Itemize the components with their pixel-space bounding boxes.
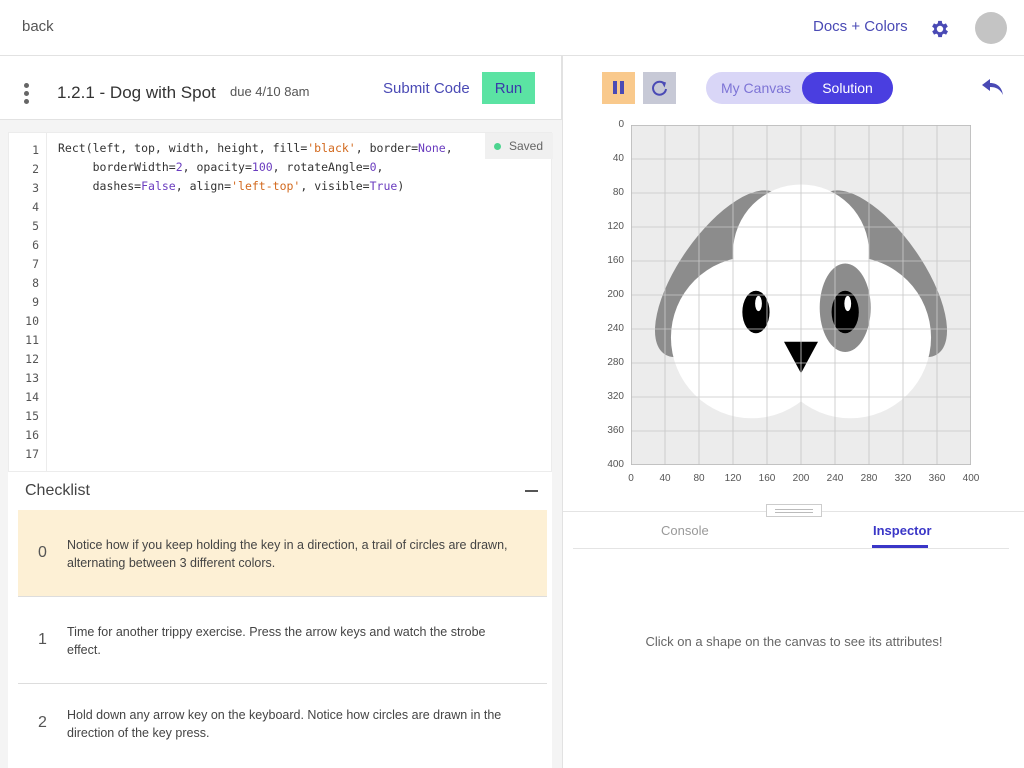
line-number: 11 [25,333,39,347]
x-tick-label: 160 [758,473,776,484]
due-date: due 4/10 8am [230,84,310,99]
line-number: 17 [25,447,39,461]
code-line[interactable]: borderWidth=2, opacity=100, rotateAngle=… [58,160,384,174]
back-link[interactable]: back [22,18,54,35]
left-panel: 1.2.1 - Dog with Spot due 4/10 8am Submi… [0,56,562,768]
x-tick-label: 400 [962,473,980,484]
checklist-item-text: Time for another trippy exercise. Press … [67,625,486,657]
x-tick-label: 200 [792,473,810,484]
y-tick-label: 360 [607,425,624,436]
inspector-message: Click on a shape on the canvas to see it… [645,634,943,649]
checklist-item-number: 1 [38,631,47,648]
checklist-item-number: 0 [38,544,47,561]
line-number: 12 [25,352,39,366]
canvas-toggle: My Canvas Solution [706,72,893,104]
x-tick-label: 40 [659,473,671,484]
y-tick-label: 40 [612,153,624,164]
y-tick-label: 160 [607,255,624,266]
checklist-item-text: Hold down any arrow key on the keyboard.… [67,708,502,740]
avatar[interactable] [975,12,1007,44]
saved-indicator: Saved [485,133,553,159]
right-panel: My Canvas Solution 0 40 80 120 160 200 2… [562,56,1024,768]
tab-console[interactable]: Console [661,523,709,538]
canvas-drawing[interactable] [631,125,971,465]
resize-handle[interactable] [766,504,822,517]
checklist-item-text: Notice how if you keep holding the key i… [67,538,508,570]
checklist-title: Checklist [25,482,90,499]
checklist-item[interactable]: 2 Hold down any arrow key on the keyboar… [18,684,547,768]
x-tick-label: 240 [826,473,844,484]
x-tick-label: 280 [860,473,878,484]
checklist-item[interactable]: 1 Time for another trippy exercise. Pres… [18,597,547,684]
tab-inspector[interactable]: Inspector [873,523,932,538]
line-number: 7 [32,257,39,271]
gear-icon[interactable] [929,18,951,40]
y-tick-label: 240 [607,323,624,334]
tab-solution[interactable]: Solution [802,72,893,104]
x-tick-label: 320 [894,473,912,484]
pause-button[interactable] [602,72,635,104]
line-number: 5 [32,219,39,233]
line-number: 8 [32,276,39,290]
saved-label: Saved [509,139,544,153]
line-number: 13 [25,371,39,385]
line-number: 10 [25,314,39,328]
line-number: 3 [32,181,39,195]
code-line[interactable]: dashes=False, align='left-top', visible=… [58,179,405,193]
y-tick-label: 320 [607,391,624,402]
checklist-panel: Checklist 0 Notice how if you keep holdi… [8,472,552,768]
checklist-item[interactable]: 0 Notice how if you keep holding the key… [18,510,547,597]
saved-status-icon [494,143,501,150]
active-tab-indicator [872,545,928,548]
docs-colors-link[interactable]: Docs + Colors [813,18,908,35]
line-number: 9 [32,295,39,309]
line-gutter: 1 2 3 4 5 6 7 8 9 10 11 12 13 14 15 16 1… [9,133,47,471]
line-number: 16 [25,428,39,442]
line-number: 14 [25,390,39,404]
checklist-item-number: 2 [38,714,47,731]
top-bar: back Docs + Colors [0,0,1024,56]
assignment-title: 1.2.1 - Dog with Spot [57,83,216,102]
line-number: 6 [32,238,39,252]
run-button[interactable]: Run [482,72,535,104]
x-tick-label: 120 [724,473,742,484]
y-tick-label: 400 [607,459,624,470]
collapse-icon[interactable] [525,490,538,492]
tab-my-canvas[interactable]: My Canvas [721,80,791,96]
tab-baseline [573,548,1009,549]
code-line[interactable]: Rect(left, top, width, height, fill='bla… [58,141,453,155]
y-tick-label: 80 [612,187,624,198]
undo-icon[interactable] [981,76,1005,98]
line-number: 15 [25,409,39,423]
reload-icon[interactable] [643,72,676,104]
y-tick-label: 0 [618,119,624,130]
line-number: 2 [32,162,39,176]
y-tick-label: 280 [607,357,624,368]
x-tick-label: 80 [693,473,705,484]
y-tick-label: 200 [607,289,624,300]
x-tick-label: 0 [628,473,634,484]
code-editor[interactable]: 1 2 3 4 5 6 7 8 9 10 11 12 13 14 15 16 1… [8,132,553,472]
submit-code-button[interactable]: Submit Code [383,80,470,97]
x-tick-label: 360 [928,473,946,484]
y-tick-label: 120 [607,221,624,232]
solution-canvas[interactable] [631,125,971,465]
line-number: 1 [32,143,39,157]
line-number: 4 [32,200,39,214]
assignment-header: 1.2.1 - Dog with Spot due 4/10 8am Submi… [0,56,562,120]
more-menu-icon[interactable] [24,83,30,105]
